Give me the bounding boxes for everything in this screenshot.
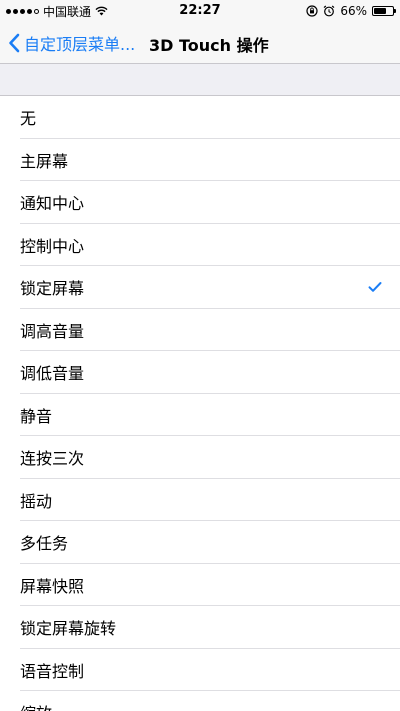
alarm-icon <box>323 5 335 17</box>
option-row[interactable]: 语音控制 <box>0 649 400 692</box>
checkmark-icon <box>368 282 382 293</box>
option-label: 屏幕快照 <box>20 576 85 596</box>
option-row[interactable]: 主屏幕 <box>0 139 400 182</box>
back-button-label: 自定顶层菜单... <box>24 35 136 54</box>
option-row[interactable]: 调低音量 <box>0 351 400 394</box>
option-row[interactable]: 多任务 <box>0 521 400 564</box>
orientation-lock-icon <box>306 5 318 17</box>
option-label: 多任务 <box>20 534 69 554</box>
option-row[interactable]: 控制中心 <box>0 224 400 267</box>
option-label: 摇动 <box>20 491 53 511</box>
option-label: 通知中心 <box>20 194 85 214</box>
screen: 中国联通 22:27 66% 自定顶层菜单... 3D Touch 操作 无 主… <box>0 0 400 711</box>
option-row[interactable]: 锁定屏幕 <box>0 266 400 309</box>
option-label: 调低音量 <box>20 364 85 384</box>
option-label: 语音控制 <box>20 661 85 681</box>
option-label: 无 <box>20 109 37 129</box>
option-row[interactable]: 缩放 <box>0 691 400 711</box>
option-row[interactable]: 锁定屏幕旋转 <box>0 606 400 649</box>
status-right: 66% <box>306 3 396 19</box>
option-label: 调高音量 <box>20 321 85 341</box>
option-label: 锁定屏幕旋转 <box>20 619 117 639</box>
option-list: 无主屏幕通知中心控制中心锁定屏幕调高音量调低音量静音连按三次摇动多任务屏幕快照锁… <box>0 95 400 711</box>
option-label: 缩放 <box>20 700 52 711</box>
option-row[interactable]: 摇动 <box>0 479 400 522</box>
option-row[interactable]: 静音 <box>0 394 400 437</box>
chevron-left-icon <box>9 33 20 53</box>
battery-icon <box>372 6 396 16</box>
battery-percentage: 66% <box>340 4 367 18</box>
option-label: 静音 <box>20 406 53 426</box>
option-row[interactable]: 连按三次 <box>0 436 400 479</box>
option-label: 连按三次 <box>20 449 85 469</box>
battery-tip <box>394 9 396 13</box>
option-row[interactable]: 无 <box>0 96 400 139</box>
status-bar: 中国联通 22:27 66% <box>0 0 400 22</box>
battery-level <box>374 8 386 14</box>
option-label: 锁定屏幕 <box>20 279 85 299</box>
option-row[interactable]: 屏幕快照 <box>0 564 400 607</box>
navigation-bar: 自定顶层菜单... 3D Touch 操作 <box>0 22 400 64</box>
back-button[interactable]: 自定顶层菜单... <box>8 30 135 56</box>
option-row[interactable]: 调高音量 <box>0 309 400 352</box>
option-row[interactable]: 通知中心 <box>0 181 400 224</box>
option-label: 控制中心 <box>20 236 85 256</box>
page-title: 3D Touch 操作 <box>149 36 269 55</box>
option-label: 主屏幕 <box>20 151 69 171</box>
